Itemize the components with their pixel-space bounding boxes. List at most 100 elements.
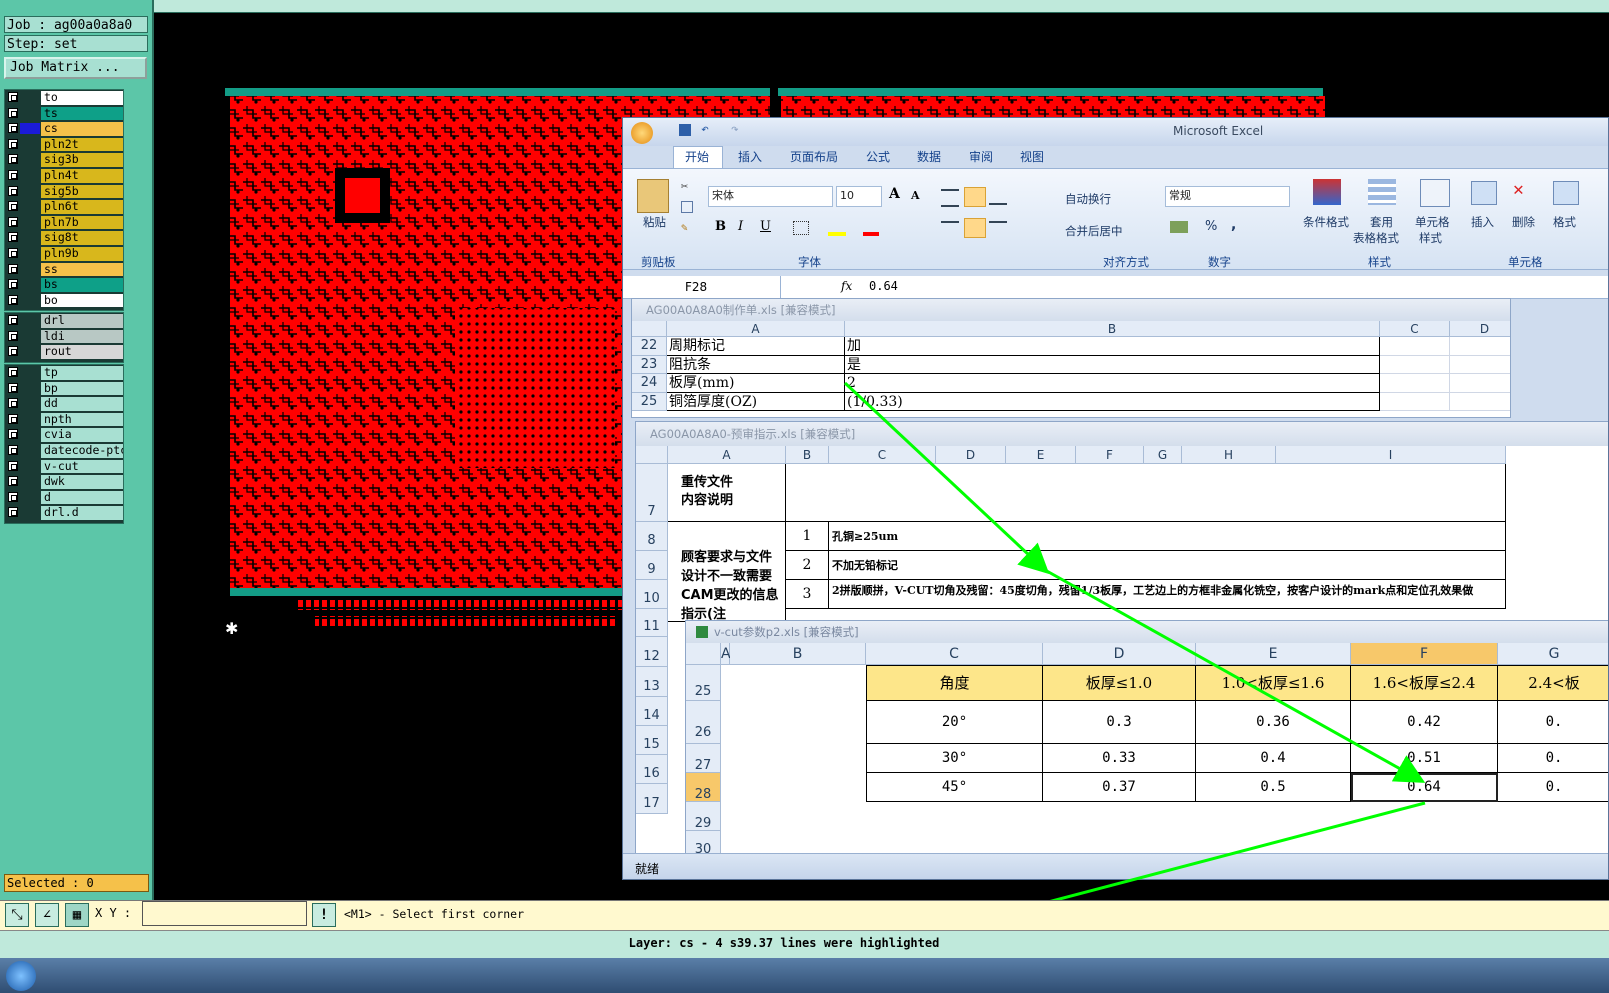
layer-name[interactable]: rout	[41, 345, 123, 359]
layer-name[interactable]: drl.d	[41, 506, 123, 520]
column-header[interactable]: A	[668, 446, 786, 464]
row-header[interactable]: 25	[686, 665, 721, 701]
layer-name[interactable]: pln7b	[41, 215, 123, 230]
row-header[interactable]: 8	[636, 522, 668, 551]
sheet1-cell-a[interactable]: 板厚(mm)	[667, 374, 845, 393]
merge-center-button[interactable]: 合并后居中	[1065, 223, 1123, 239]
layer-checkbox[interactable]	[8, 444, 18, 455]
layer-checkbox[interactable]	[8, 330, 18, 341]
layer-checkbox[interactable]	[8, 263, 18, 274]
name-box[interactable]: F28	[623, 276, 781, 298]
percent-button[interactable]: %	[1205, 219, 1217, 234]
layer-name[interactable]: ss	[41, 262, 123, 277]
layer-row[interactable]: datecode-ptc	[5, 443, 123, 459]
layer-row[interactable]: pln9b	[5, 246, 123, 262]
sheet1-cell-d[interactable]	[1450, 337, 1510, 356]
layer-row[interactable]: pln6t	[5, 199, 123, 215]
vcut-header-cell[interactable]: 2.4<板	[1498, 665, 1608, 701]
layer-row[interactable]: v-cut	[5, 459, 123, 475]
redo-icon[interactable]: ↷	[731, 122, 739, 137]
layer-checkbox[interactable]	[8, 169, 18, 180]
number-format-select[interactable]: 常规	[1165, 186, 1290, 207]
vcut-header-cell[interactable]: 1.0<板厚≤1.6	[1196, 665, 1351, 701]
layer-row[interactable]: bp	[5, 381, 123, 397]
column-header[interactable]: B	[845, 321, 1380, 337]
column-header[interactable]: H	[1182, 446, 1276, 464]
sheet1-cell-d[interactable]	[1450, 356, 1510, 374]
layer-row[interactable]: dd	[5, 396, 123, 412]
layer-checkbox[interactable]	[8, 92, 18, 102]
vcut-value-cell[interactable]: 30°	[866, 744, 1043, 773]
column-header[interactable]: C	[1380, 321, 1450, 337]
column-header[interactable]: F	[1351, 643, 1498, 665]
ribbon-tab[interactable]: 开始	[685, 148, 709, 165]
layer-row[interactable]: d	[5, 490, 123, 506]
column-header[interactable]: A	[667, 321, 845, 337]
vcut-value-cell[interactable]: 45°	[866, 773, 1043, 802]
vcut-header-cell[interactable]: 1.6<板厚≤2.4	[1351, 665, 1498, 701]
comma-button[interactable]: ,	[1231, 217, 1236, 233]
align-left-icon[interactable]	[941, 221, 959, 235]
sheet1-cell-a[interactable]: 铜箔厚度(OZ)	[667, 392, 845, 411]
layer-name[interactable]: cs	[41, 122, 123, 136]
sheet1-cell-b[interactable]: (1/0.33)	[845, 392, 1380, 411]
layer-row[interactable]: ss	[5, 262, 123, 278]
layer-row[interactable]: sig3b	[5, 152, 123, 168]
select-all-corner[interactable]	[632, 321, 667, 337]
layer-checkbox[interactable]	[8, 460, 18, 471]
font-grow-button[interactable]: A	[889, 186, 900, 202]
sheet2-item-text[interactable]: 不加无铅标记	[829, 551, 1506, 580]
delete-cells-icon[interactable]: ✕	[1513, 179, 1524, 200]
bold-button[interactable]: B	[715, 219, 726, 234]
vcut-value-cell[interactable]: 0.51	[1351, 744, 1498, 773]
vcut-header-cell[interactable]: 角度	[866, 665, 1043, 701]
align-right-icon[interactable]	[989, 221, 1007, 235]
vcut-value-cell[interactable]: 0.4	[1196, 744, 1351, 773]
select-all-corner[interactable]	[686, 643, 721, 665]
layer-row[interactable]: cvia	[5, 427, 123, 443]
layer-row[interactable]: cs	[5, 121, 123, 137]
column-header[interactable]: C	[829, 446, 936, 464]
column-header[interactable]: D	[1043, 643, 1196, 665]
sheet1-cell-d[interactable]	[1450, 374, 1510, 393]
vcut-value-cell[interactable]: 20°	[866, 701, 1043, 744]
column-header[interactable]: B	[786, 446, 829, 464]
row-header[interactable]: 15	[636, 726, 668, 755]
layer-row[interactable]: pln4t	[5, 168, 123, 184]
sheet1-cell-d[interactable]	[1450, 393, 1510, 411]
sheet2-item-number[interactable]: 1	[786, 522, 829, 551]
column-header[interactable]: E	[1006, 446, 1076, 464]
row-header[interactable]: 14	[636, 697, 668, 726]
column-header[interactable]: D	[1450, 321, 1510, 337]
row-header[interactable]: 12	[636, 637, 668, 667]
layer-name[interactable]: drl	[41, 314, 123, 328]
sheet2-item-text[interactable]: 2拼版顺拼，V-CUT切角及残留：45度切角，残留1/3板厚，工艺边上的方框非金…	[829, 580, 1506, 609]
row-header[interactable]: 28	[686, 773, 721, 802]
vcut-value-cell[interactable]: 0.	[1498, 701, 1608, 744]
row-header[interactable]: 11	[636, 609, 668, 637]
format-cells-icon[interactable]	[1553, 181, 1579, 205]
cell-style-label-2[interactable]: 样式	[1419, 230, 1442, 246]
layer-checkbox[interactable]	[8, 154, 18, 165]
row-header[interactable]: 7	[636, 464, 668, 522]
sheet1-cell-b[interactable]: 2	[845, 374, 1380, 393]
row-header[interactable]: 23	[632, 355, 667, 374]
vcut-value-cell[interactable]: 0.3	[1043, 701, 1196, 744]
sheet1-cell-c[interactable]	[1380, 374, 1450, 393]
ribbon-tab[interactable]: 视图	[1020, 148, 1044, 165]
ribbon-tab[interactable]: 插入	[738, 148, 762, 165]
layer-checkbox[interactable]	[8, 123, 18, 134]
measure-icon[interactable]: ∠	[35, 903, 59, 927]
layer-name[interactable]: to	[41, 91, 123, 105]
grid-icon[interactable]: ▦	[65, 903, 89, 927]
column-header[interactable]: G	[1144, 446, 1182, 464]
format-painter-icon[interactable]: ✎	[681, 221, 688, 234]
layer-name[interactable]: dd	[41, 397, 123, 411]
table-format-icon[interactable]	[1368, 179, 1396, 205]
cut-icon[interactable]: ✂	[681, 179, 688, 193]
layer-name[interactable]: bo	[41, 293, 123, 308]
layer-name[interactable]: pln6t	[41, 200, 123, 214]
italic-button[interactable]: I	[738, 219, 743, 234]
row-header[interactable]: 16	[636, 755, 668, 784]
layer-name[interactable]: npth	[41, 412, 123, 427]
